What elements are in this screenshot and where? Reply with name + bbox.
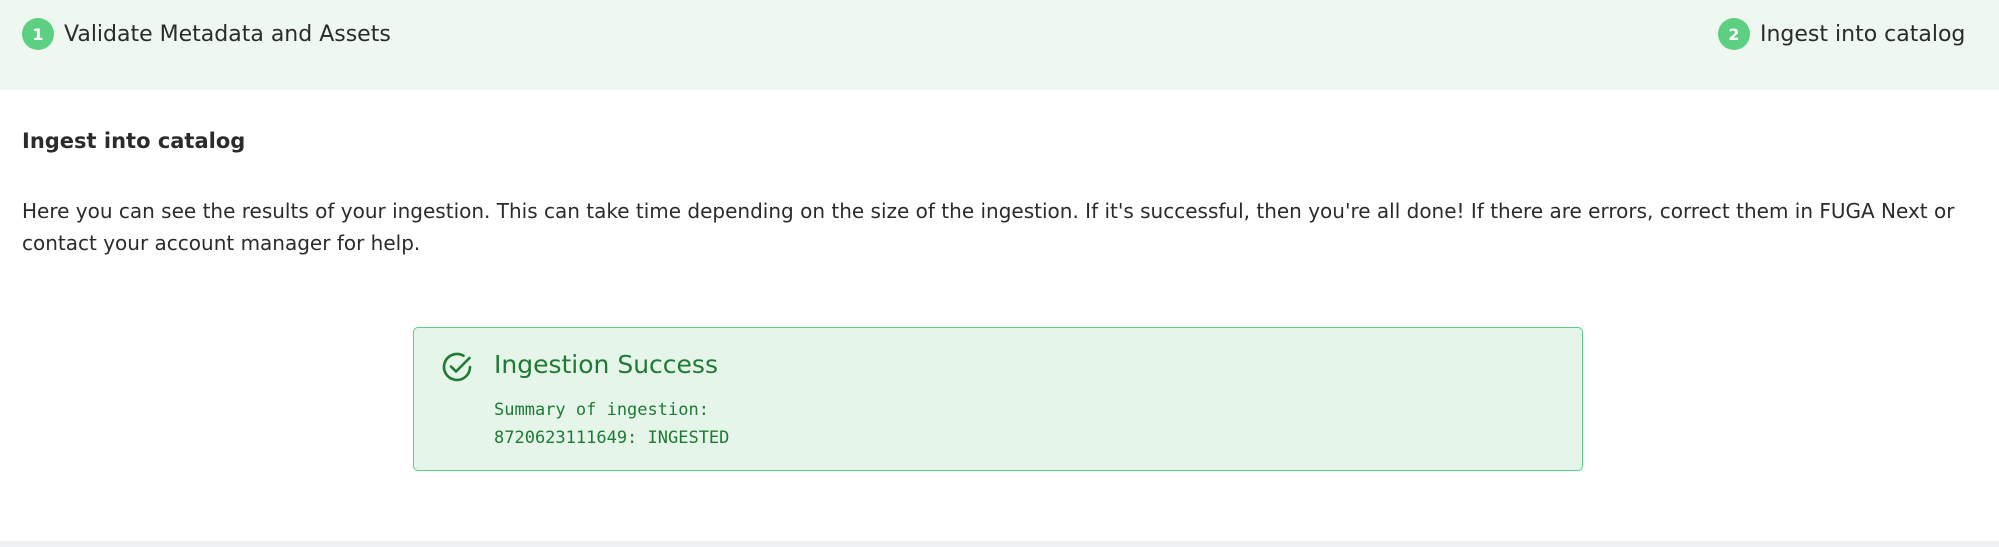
alert-summary: Summary of ingestion: 8720623111649: INGE… <box>494 396 729 452</box>
page-title: Ingest into catalog <box>22 129 246 153</box>
step-number-badge: 1 <box>22 18 54 50</box>
step-number-badge: 2 <box>1718 18 1750 50</box>
step-ingest[interactable]: 2 Ingest into catalog <box>1718 18 1965 50</box>
step-label: Validate Metadata and Assets <box>64 21 391 47</box>
step-validate[interactable]: 1 Validate Metadata and Assets <box>22 18 391 50</box>
alert-title: Ingestion Success <box>494 350 718 379</box>
stepper: 1 Validate Metadata and Assets 2 Ingest … <box>0 0 1999 90</box>
success-alert: Ingestion Success Summary of ingestion: 8… <box>413 327 1583 471</box>
summary-label: Summary of ingestion: <box>494 400 709 420</box>
ingestion-page: 1 Validate Metadata and Assets 2 Ingest … <box>0 0 1999 547</box>
footer-divider <box>0 541 1999 547</box>
step-label: Ingest into catalog <box>1760 21 1966 47</box>
check-circle-icon <box>442 352 472 382</box>
page-description: Here you can see the results of your ing… <box>22 199 1955 255</box>
summary-line: 8720623111649: INGESTED <box>494 428 730 448</box>
